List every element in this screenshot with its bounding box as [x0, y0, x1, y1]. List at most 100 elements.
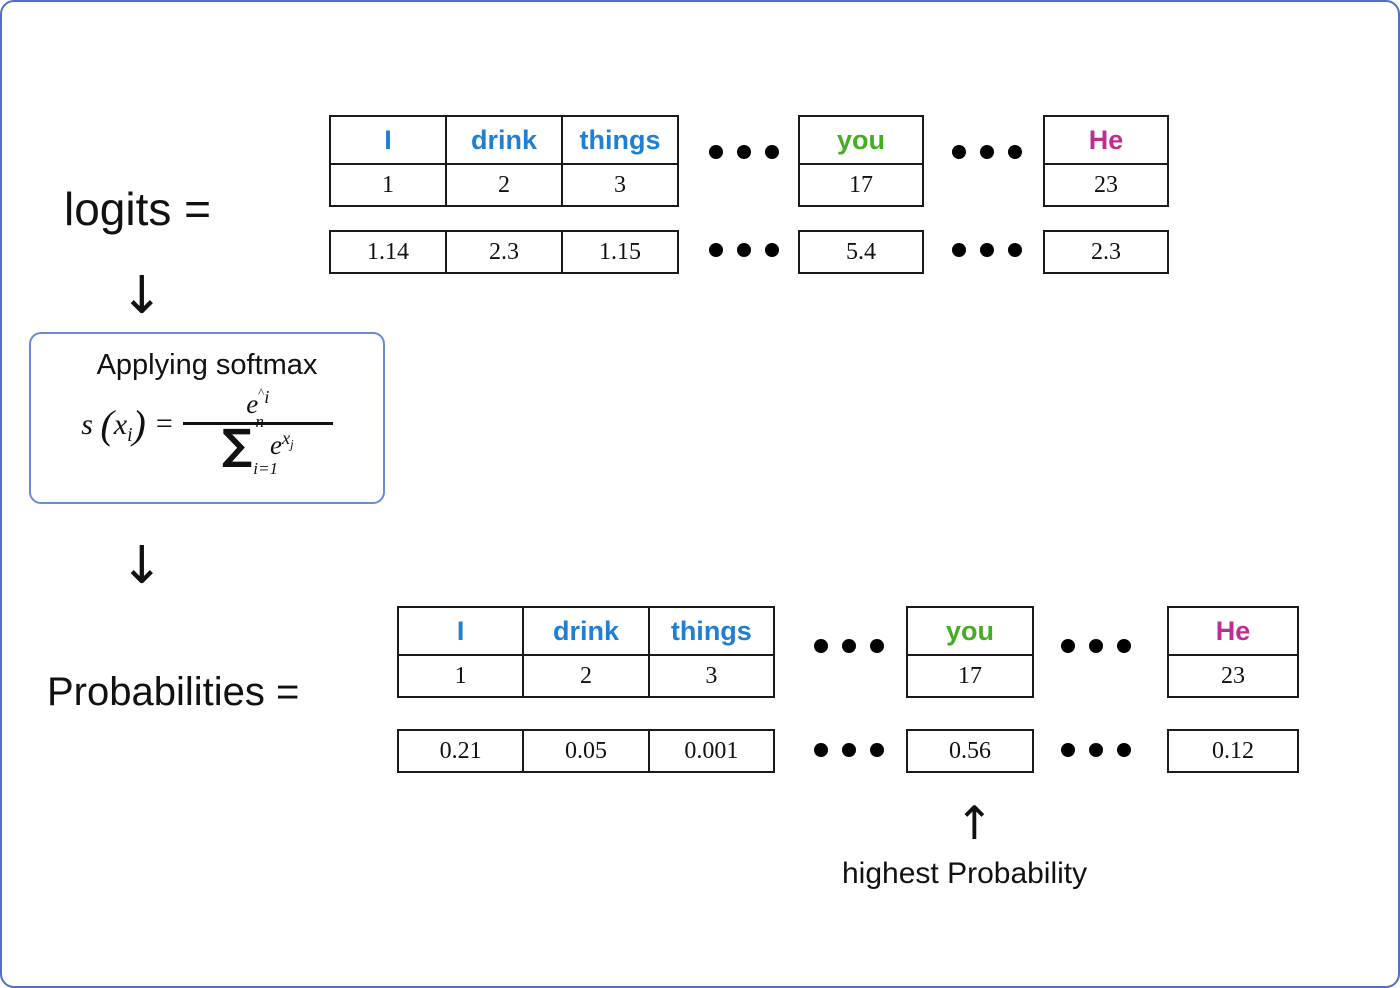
cell-word: things — [647, 606, 776, 656]
highest-probability-annotation: highest Probability — [842, 857, 1088, 890]
cell-index: 17 — [906, 654, 1034, 698]
cell-index: 2 — [445, 163, 563, 207]
dot-icon — [737, 145, 751, 159]
ellipsis-dots-bottom-2 — [1061, 639, 1131, 653]
table-row: 5.4 — [798, 230, 924, 274]
logits-word-table-group-b: you 17 — [798, 115, 924, 207]
cell-index: 3 — [647, 654, 776, 698]
cell-word: you — [798, 115, 924, 165]
logits-value-strip-group-c: 2.3 — [1043, 230, 1169, 274]
dot-icon — [952, 145, 966, 159]
dot-icon — [980, 243, 994, 257]
formula-den-exp: x — [281, 428, 291, 449]
table-row: 17 — [906, 654, 1034, 698]
ellipsis-dots-top-2 — [952, 145, 1022, 159]
dot-icon — [980, 145, 994, 159]
table-row: 1 2 3 — [329, 163, 679, 207]
cell-index: 1 — [329, 163, 447, 207]
dot-icon — [1008, 145, 1022, 159]
arrow-down-to-probabilities-icon: ↓ — [120, 536, 164, 596]
cell-word: things — [561, 115, 679, 165]
dot-icon — [1061, 743, 1075, 757]
formula-denominator-term: exj — [270, 428, 294, 461]
cell-logit: 2.3 — [445, 230, 563, 274]
dot-icon — [842, 743, 856, 757]
formula-s: s — [81, 407, 93, 441]
cell-logit: 5.4 — [798, 230, 924, 274]
formula-den-exp-sub: j — [290, 437, 294, 452]
cell-probability: 0.001 — [647, 729, 776, 773]
logits-word-table-group-a: I drink things 1 2 3 — [329, 115, 679, 207]
cell-probability: 0.56 — [906, 729, 1034, 773]
cell-word: He — [1043, 115, 1169, 165]
table-row: I drink things — [329, 115, 679, 165]
cell-word: I — [396, 606, 525, 656]
cell-index: 23 — [1043, 163, 1169, 207]
ellipsis-dots-top-1 — [709, 145, 779, 159]
dot-icon — [765, 243, 779, 257]
formula-paren-close: ) — [132, 401, 146, 447]
sigma-lower-limit: i=1 — [253, 458, 278, 478]
sigma-glyph: ∑ — [221, 419, 252, 469]
cell-word: drink — [445, 115, 563, 165]
table-row: 0.12 — [1167, 729, 1299, 773]
dot-icon — [870, 639, 884, 653]
cell-word: you — [906, 606, 1034, 656]
table-row: 0.56 — [906, 729, 1034, 773]
dot-icon — [952, 243, 966, 257]
cell-probability: 0.05 — [522, 729, 650, 773]
formula-equals: = — [155, 407, 173, 441]
table-row: 2.3 — [1043, 230, 1169, 274]
logits-value-strip-group-b: 5.4 — [798, 230, 924, 274]
probabilities-word-table-group-b: you 17 — [906, 606, 1034, 698]
ellipsis-dots-bottom-4 — [1061, 743, 1131, 757]
cell-logit: 2.3 — [1043, 230, 1169, 274]
ellipsis-dots-top-4 — [952, 243, 1022, 257]
ellipsis-dots-top-3 — [709, 243, 779, 257]
dot-icon — [1089, 639, 1103, 653]
softmax-formula: s (xi) = e^i ∑ n i=1 exj — [81, 386, 333, 477]
probabilities-word-table-group-a: I drink things 1 2 3 — [396, 606, 776, 698]
table-row: I drink things — [396, 606, 776, 656]
table-row: you — [798, 115, 924, 165]
arrow-up-highest-probability-icon: ↑ — [955, 796, 994, 850]
softmax-box: Applying softmax s (xi) = e^i ∑ n i=1 ex… — [29, 332, 385, 504]
ellipsis-dots-bottom-1 — [814, 639, 884, 653]
cell-logit: 1.15 — [561, 230, 679, 274]
dot-icon — [870, 743, 884, 757]
probabilities-label: Probabilities = — [47, 670, 300, 714]
table-row: 17 — [798, 163, 924, 207]
cell-index: 2 — [522, 654, 650, 698]
cell-logit: 1.14 — [329, 230, 447, 274]
table-row: 1.14 2.3 1.15 — [329, 230, 679, 274]
cell-index: 17 — [798, 163, 924, 207]
dot-icon — [814, 743, 828, 757]
summation-icon: ∑ n i=1 — [222, 412, 278, 477]
softmax-title: Applying softmax — [96, 349, 318, 381]
dot-icon — [1008, 243, 1022, 257]
table-row: He — [1043, 115, 1169, 165]
formula-denominator: ∑ n i=1 exj — [214, 412, 302, 477]
formula-num-exp-sub: i — [264, 386, 270, 407]
dot-icon — [1117, 743, 1131, 757]
dot-icon — [709, 145, 723, 159]
table-row: 0.21 0.05 0.001 — [396, 729, 776, 773]
logits-value-strip-group-a: 1.14 2.3 1.15 — [329, 230, 679, 274]
formula-left-side: s (xi) — [81, 401, 146, 448]
cell-index: 1 — [396, 654, 525, 698]
logits-label: logits = — [64, 183, 212, 235]
formula-e-den: e — [269, 430, 282, 461]
probabilities-value-strip-group-a: 0.21 0.05 0.001 — [396, 729, 776, 773]
sigma-upper-limit: n — [255, 411, 264, 431]
dot-icon — [1089, 743, 1103, 757]
formula-paren-open: ( — [100, 401, 114, 447]
dot-icon — [737, 243, 751, 257]
dot-icon — [842, 639, 856, 653]
cell-probability: 0.21 — [396, 729, 525, 773]
logits-word-table-group-c: He 23 — [1043, 115, 1169, 207]
arrow-down-to-softmax-icon: ↓ — [120, 266, 164, 326]
probabilities-value-strip-group-b: 0.56 — [906, 729, 1034, 773]
dot-icon — [814, 639, 828, 653]
cell-word: I — [329, 115, 447, 165]
ellipsis-dots-bottom-3 — [814, 743, 884, 757]
